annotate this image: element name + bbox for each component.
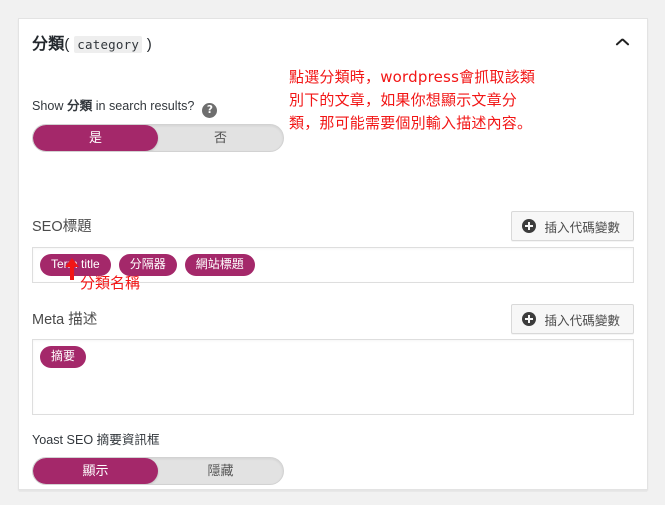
snippet-box-toggle-wrap: 顯示 隱藏 (32, 457, 284, 485)
search-results-label-suffix: in search results? (92, 99, 195, 113)
search-results-label-term: 分類 (67, 99, 93, 113)
toggle-option-yes[interactable]: 是 (33, 125, 158, 151)
snippet-box-label-wrap: Yoast SEO 摘要資訊框 (32, 432, 160, 449)
plus-circle-icon (522, 312, 537, 326)
meta-description-textarea[interactable]: 摘要 (32, 339, 634, 415)
panel-title-code: category (74, 36, 143, 53)
panel-header: 分類( category ) (19, 19, 647, 61)
meta-description-pill-list: 摘要 (40, 346, 87, 368)
seo-title-pill-site-title[interactable]: 網站標題 (184, 254, 255, 276)
annotation-term-title-note: 分類名稱 (80, 274, 141, 292)
search-results-label: Show 分類 in search results?? (32, 98, 218, 118)
seo-title-insert-variable-button[interactable]: 插入代碼變數 (511, 211, 634, 241)
seo-title-label: SEO標題 (32, 219, 92, 235)
page-title: 分類( category ) (32, 30, 152, 54)
search-results-label-prefix: Show (32, 99, 68, 113)
meta-description-pill-excerpt[interactable]: 摘要 (40, 346, 87, 368)
panel-collapse-toggle[interactable] (611, 29, 637, 55)
toggle-option-show[interactable]: 顯示 (33, 458, 158, 484)
seo-title-insert-variable-label: 插入代碼變數 (544, 220, 620, 235)
panel-title-paren-open: ( (64, 36, 70, 53)
panel-title-paren-close: ) (146, 36, 152, 53)
panel-title-text: 分類 (32, 36, 65, 53)
seo-title-pill-separator[interactable]: 分隔器 (118, 254, 177, 276)
meta-description-insert-variable-label: 插入代碼變數 (544, 313, 620, 328)
annotation-main-note: 點選分類時，wordpress會抓取該類 別下的文章，如果你想顯示文章分 類，那… (289, 68, 536, 132)
search-results-toggle-wrap: 是 否 (32, 124, 284, 152)
snippet-box-label: Yoast SEO 摘要資訊框 (32, 433, 160, 447)
meta-description-insert-variable-button[interactable]: 插入代碼變數 (511, 304, 634, 334)
search-results-toggle[interactable]: 是 否 (32, 124, 284, 152)
seo-title-label-wrap: SEO標題 (32, 217, 92, 237)
search-results-field: Show 分類 in search results?? (32, 98, 218, 118)
meta-description-label-wrap: Meta 描述 (32, 310, 97, 330)
question-mark-circle-icon[interactable]: ? (202, 103, 218, 118)
toggle-option-no[interactable]: 否 (158, 125, 283, 151)
toggle-option-hide[interactable]: 隱藏 (158, 458, 283, 484)
annotation-arrow-term-title (65, 258, 79, 280)
panel-bottom-divider (19, 491, 647, 492)
chevron-up-icon (616, 38, 629, 45)
snippet-box-toggle[interactable]: 顯示 隱藏 (32, 457, 284, 485)
arrow-shaft-icon (70, 265, 74, 280)
plus-circle-icon (522, 219, 537, 233)
meta-description-label: Meta 描述 (32, 312, 98, 328)
